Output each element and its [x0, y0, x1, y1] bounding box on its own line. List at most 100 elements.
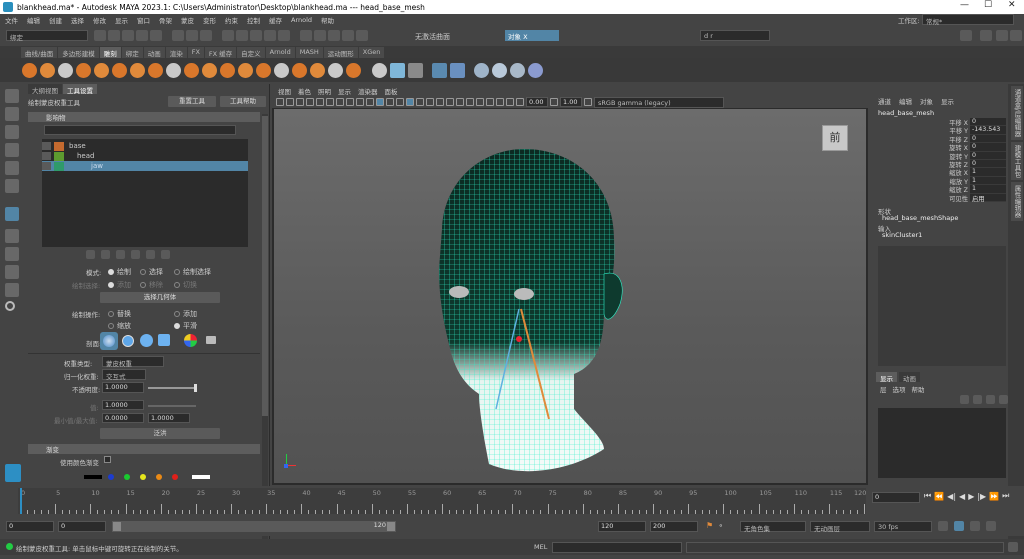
playback-start-input[interactable]: 0 — [58, 521, 106, 532]
layer-menu-help[interactable]: 帮助 — [912, 384, 925, 394]
attribute-row[interactable]: 旋转 Z0 — [872, 159, 1006, 169]
attribute-value[interactable]: -143.543 — [970, 126, 1006, 135]
side-tab-modeling-toolkit[interactable]: 建模工具包 — [1011, 141, 1023, 181]
erase-brush-icon[interactable] — [346, 62, 361, 78]
character-set-icon[interactable]: ⚬ — [718, 522, 724, 530]
safe-action-icon[interactable] — [366, 98, 374, 106]
image-plane-icon[interactable] — [306, 98, 314, 106]
toggle-channelbox-icon[interactable] — [1010, 30, 1022, 41]
paint-select-radio-add[interactable]: 添加 — [108, 280, 131, 290]
amplify-brush-icon[interactable] — [310, 62, 325, 78]
maximize-icon[interactable]: ☐ — [984, 0, 992, 10]
profile-image-icon[interactable] — [184, 334, 197, 347]
range-start-handle[interactable] — [113, 522, 121, 531]
attribute-value[interactable]: 启用 — [970, 193, 1006, 203]
attribute-row[interactable]: 旋转 Y0 — [872, 151, 1006, 161]
color-ramp-key[interactable] — [124, 474, 130, 480]
move-layer-up-icon[interactable] — [960, 395, 969, 404]
toggle-panel-icon[interactable] — [980, 30, 992, 41]
current-frame-input[interactable]: 0 — [872, 492, 920, 503]
gamma-input[interactable]: 1.00 — [560, 97, 582, 107]
menu-item-deform[interactable]: 变形 — [203, 15, 216, 25]
attribute-name[interactable]: 旋转 X — [872, 143, 970, 152]
attribute-value[interactable]: 1 — [970, 176, 1006, 186]
attribute-value[interactable]: 1 — [970, 185, 1006, 194]
profile-solid-icon[interactable] — [140, 334, 153, 347]
paint-select-tool-icon[interactable] — [5, 125, 19, 139]
flatten-brush-icon[interactable] — [112, 62, 127, 78]
select-geometry-button[interactable]: 选择几何体 — [100, 292, 220, 303]
list-item[interactable]: base — [42, 141, 248, 151]
attribute-name[interactable]: 缩放 Y — [872, 177, 970, 186]
bake-icon[interactable] — [492, 62, 507, 78]
anim-layer-dropdown[interactable]: 无动画层 — [810, 521, 870, 533]
lasso-tool-icon[interactable] — [5, 107, 19, 121]
image-plane-icon[interactable] — [432, 62, 447, 78]
list-item[interactable]: jaw — [42, 161, 248, 171]
save-scene-icon[interactable] — [122, 30, 134, 41]
scrollbar-thumb[interactable] — [262, 116, 268, 416]
channel-menu-edit[interactable]: 编辑 — [899, 96, 912, 106]
stamp-icon[interactable] — [408, 62, 423, 78]
menu-item-cache[interactable]: 缓存 — [269, 15, 282, 25]
reference-icon[interactable] — [450, 62, 465, 78]
opacity-input[interactable]: 1.0000 — [102, 382, 144, 393]
menu-item-windows[interactable]: 窗口 — [137, 15, 150, 25]
attribute-name[interactable]: 平移 X — [872, 118, 970, 127]
attribute-row[interactable]: 旋转 X0 — [872, 143, 1006, 152]
list-item[interactable]: head — [42, 151, 248, 161]
shelf-tab-curves[interactable]: 曲线/曲面 — [21, 46, 58, 58]
menu-item-skeleton[interactable]: 骨架 — [159, 15, 172, 25]
step-forward-key-icon[interactable]: ⏩ — [989, 492, 999, 501]
value-input[interactable]: 1.0000 — [102, 400, 144, 410]
grab-brush-icon[interactable] — [76, 62, 91, 78]
paint-op-replace[interactable]: 替换 — [108, 309, 131, 319]
go-to-end-icon[interactable]: ⏭ — [1002, 491, 1009, 501]
collapse-icon[interactable] — [146, 250, 155, 259]
isolate-select-icon[interactable] — [476, 98, 484, 106]
viewport-menu-panels[interactable]: 面板 — [385, 86, 398, 96]
start-time-input[interactable]: 0 — [6, 521, 54, 532]
menu-set-dropdown[interactable]: 绑定 — [6, 30, 88, 42]
menu-item-help[interactable]: 帮助 — [321, 15, 334, 25]
snap-surface-icon[interactable] — [278, 30, 290, 41]
camera-select-icon[interactable] — [276, 98, 284, 106]
color-ramp-swatches[interactable] — [84, 474, 214, 482]
toggle-attribute-icon[interactable] — [996, 30, 1008, 41]
value-slider[interactable] — [148, 405, 196, 407]
range-end-handle[interactable] — [387, 522, 395, 531]
topology-icon[interactable] — [510, 62, 525, 78]
redo-icon[interactable] — [150, 30, 162, 41]
reset-tool-button[interactable]: 重置工具 — [168, 96, 216, 107]
mask-icon[interactable] — [372, 62, 387, 78]
weight-type-dropdown[interactable]: 蒙皮权重 — [102, 356, 164, 368]
paint-op-scale[interactable]: 缩放 — [108, 321, 131, 331]
range-bar[interactable]: 120 — [112, 521, 396, 532]
field-chart-icon[interactable] — [356, 98, 364, 106]
select-object-icon[interactable] — [186, 30, 198, 41]
channel-menu-show[interactable]: 显示 — [941, 96, 954, 106]
select-tool-icon[interactable] — [5, 89, 19, 103]
shelf-tab-custom[interactable]: 自定义 — [237, 46, 265, 58]
textured-icon[interactable] — [416, 98, 424, 106]
render-settings-icon[interactable] — [328, 30, 340, 41]
xray-joints-icon[interactable] — [496, 98, 504, 106]
shelf-tab-rendering[interactable]: 渲染 — [165, 46, 187, 58]
attribute-value[interactable]: 1 — [970, 168, 1006, 177]
workspace-dropdown[interactable]: 常规* — [922, 14, 1014, 26]
step-back-key-icon[interactable]: ⏪ — [934, 492, 944, 501]
lock-all-icon[interactable] — [116, 250, 125, 259]
view-cube[interactable]: 前 — [822, 125, 848, 151]
time-ruler[interactable]: 0 5 10 15 20 25 30 35 40 45 50 55 60 65 70 75 80 85 90 95 10… — [18, 488, 866, 514]
viewport-menu-renderer[interactable]: 渲染器 — [358, 86, 378, 96]
paint-weights-tool-icon[interactable] — [5, 207, 19, 221]
side-tab-attribute-editor[interactable]: 属性编辑器 — [1011, 182, 1023, 221]
menu-item-modify[interactable]: 修改 — [93, 15, 106, 25]
gradient-section-header[interactable]: 渐变 — [28, 444, 260, 454]
command-line-input[interactable] — [552, 542, 682, 553]
menu-item-display[interactable]: 显示 — [115, 15, 128, 25]
film-gate-icon[interactable] — [326, 98, 334, 106]
scrape-brush-icon[interactable] — [220, 62, 235, 78]
opacity-slider[interactable] — [148, 384, 197, 392]
shelf-tab-fx-caching[interactable]: FX 缓存 — [204, 46, 237, 58]
